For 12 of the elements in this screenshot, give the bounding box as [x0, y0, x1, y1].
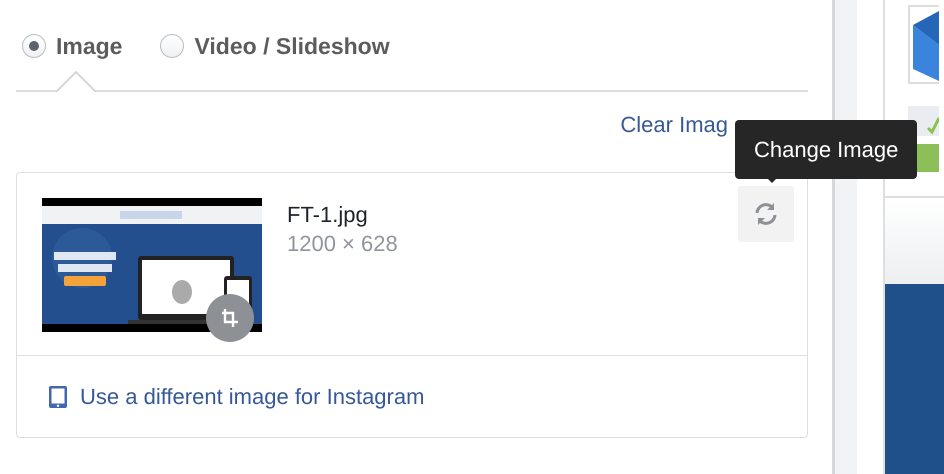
instagram-image-link[interactable]: Use a different image for Instagram	[80, 380, 424, 413]
crop-icon	[219, 307, 241, 329]
media-type-radio[interactable]: Image	[22, 22, 122, 70]
media-type-radio[interactable]: Video / Slideshow	[160, 22, 390, 70]
cube-icon	[908, 5, 939, 84]
refresh-icon	[753, 201, 779, 227]
file-name: FT-1.jpg	[287, 201, 369, 229]
tablet-icon	[48, 384, 68, 408]
tooltip: Change Image	[735, 120, 918, 179]
image-dimensions: 1200 × 628	[287, 230, 399, 258]
clear-image-link[interactable]: Clear Imag	[620, 108, 728, 172]
change-image-button[interactable]	[738, 186, 794, 242]
